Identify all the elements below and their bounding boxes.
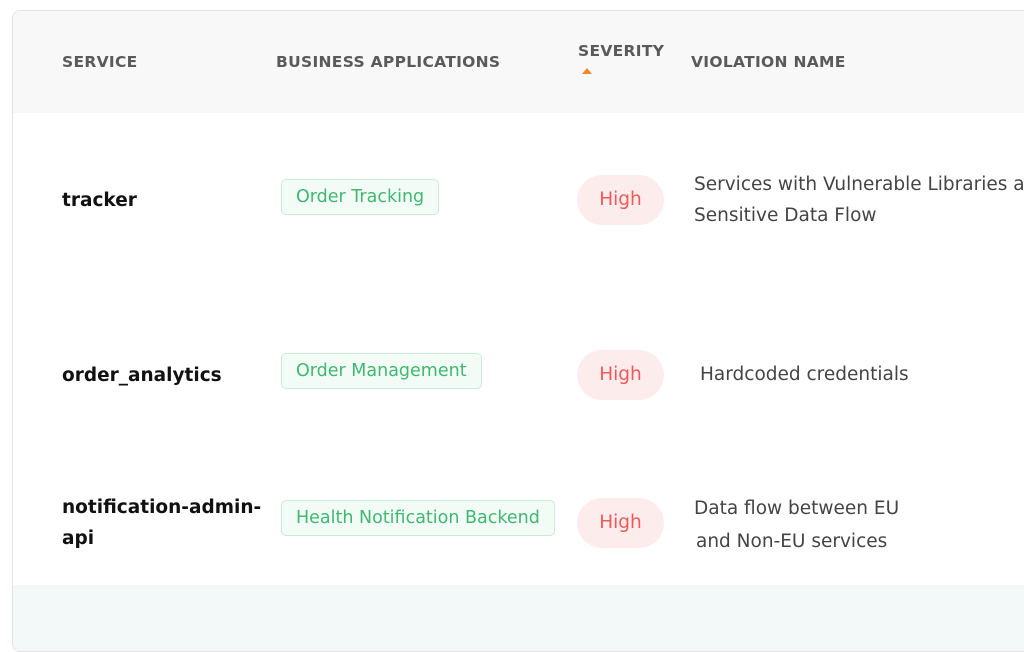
violation-name[interactable]: Hardcoded credentials [700, 359, 909, 390]
table-row[interactable]: order_analytics Order Management High Ha… [13, 288, 1024, 463]
service-name-line: notification-admin- [62, 497, 262, 518]
violation-name-line: and Non-EU services [696, 531, 888, 552]
table-header: SERVICE BUSINESS APPLICATIONS SEVERITY V… [13, 11, 1024, 114]
column-header-violation-name[interactable]: VIOLATION NAME [691, 53, 846, 71]
violations-table: SERVICE BUSINESS APPLICATIONS SEVERITY V… [12, 10, 1024, 652]
business-application-tag: Order Tracking [281, 179, 440, 215]
violation-name-line: Sensitive Data Flow [694, 205, 877, 226]
table-row[interactable]: tracker Order Tracking High Services wit… [13, 113, 1024, 289]
service-name: order_analytics [62, 365, 222, 386]
violation-name-line: Services with Vulnerable Libraries a [694, 174, 1024, 195]
service-name-line: api [62, 528, 95, 549]
column-header-severity[interactable]: SEVERITY [578, 42, 664, 60]
business-application-tag: Health Notification Backend [281, 500, 555, 536]
severity-badge: High [577, 498, 664, 548]
severity-badge: High [577, 350, 664, 400]
table-row[interactable]: notification-admin- api Health Notificat… [13, 462, 1024, 586]
service-name: tracker [62, 190, 137, 211]
violation-name-line: Data flow between EU [694, 498, 900, 519]
violation-name[interactable]: Data flow between EU and Non-EU services [694, 493, 899, 557]
violation-name[interactable]: Services with Vulnerable Libraries a Sen… [694, 169, 1024, 231]
severity-badge: High [577, 175, 664, 225]
service-name: notification-admin- api [62, 492, 272, 554]
column-header-service[interactable]: SERVICE [62, 53, 138, 71]
column-header-business-applications[interactable]: BUSINESS APPLICATIONS [276, 53, 500, 71]
business-application-tag: Order Management [281, 353, 482, 389]
sort-ascending-icon[interactable] [582, 68, 592, 74]
